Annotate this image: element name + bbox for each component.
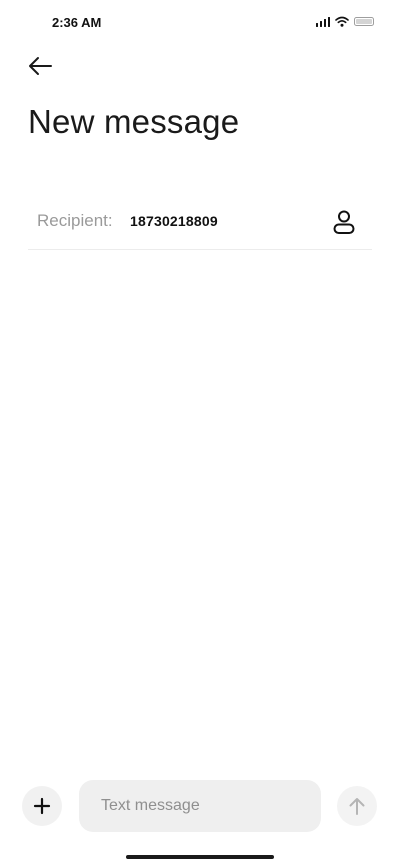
contact-person-icon	[333, 210, 355, 234]
signal-icon	[315, 16, 330, 27]
back-button[interactable]	[24, 52, 56, 80]
battery-icon	[354, 17, 374, 26]
arrow-left-icon	[29, 57, 52, 75]
recipient-label: Recipient:	[37, 211, 113, 230]
status-icons	[315, 16, 374, 27]
home-indicator[interactable]	[126, 855, 274, 859]
message-composer	[0, 778, 400, 834]
wifi-icon	[335, 16, 349, 27]
arrow-up-icon	[349, 798, 365, 815]
message-input[interactable]	[79, 780, 321, 832]
contact-picker-button[interactable]	[328, 206, 360, 238]
recipient-number[interactable]: 18730218809	[130, 213, 218, 229]
attach-button[interactable]	[22, 786, 62, 826]
plus-icon	[33, 797, 51, 815]
recipient-row[interactable]: Recipient: 18730218809	[28, 196, 372, 250]
status-bar: 2:36 AM	[0, 0, 400, 44]
page-title: New message	[28, 103, 240, 140]
status-time: 2:36 AM	[52, 15, 102, 30]
battery-fill	[356, 19, 372, 24]
send-button[interactable]	[337, 786, 377, 826]
